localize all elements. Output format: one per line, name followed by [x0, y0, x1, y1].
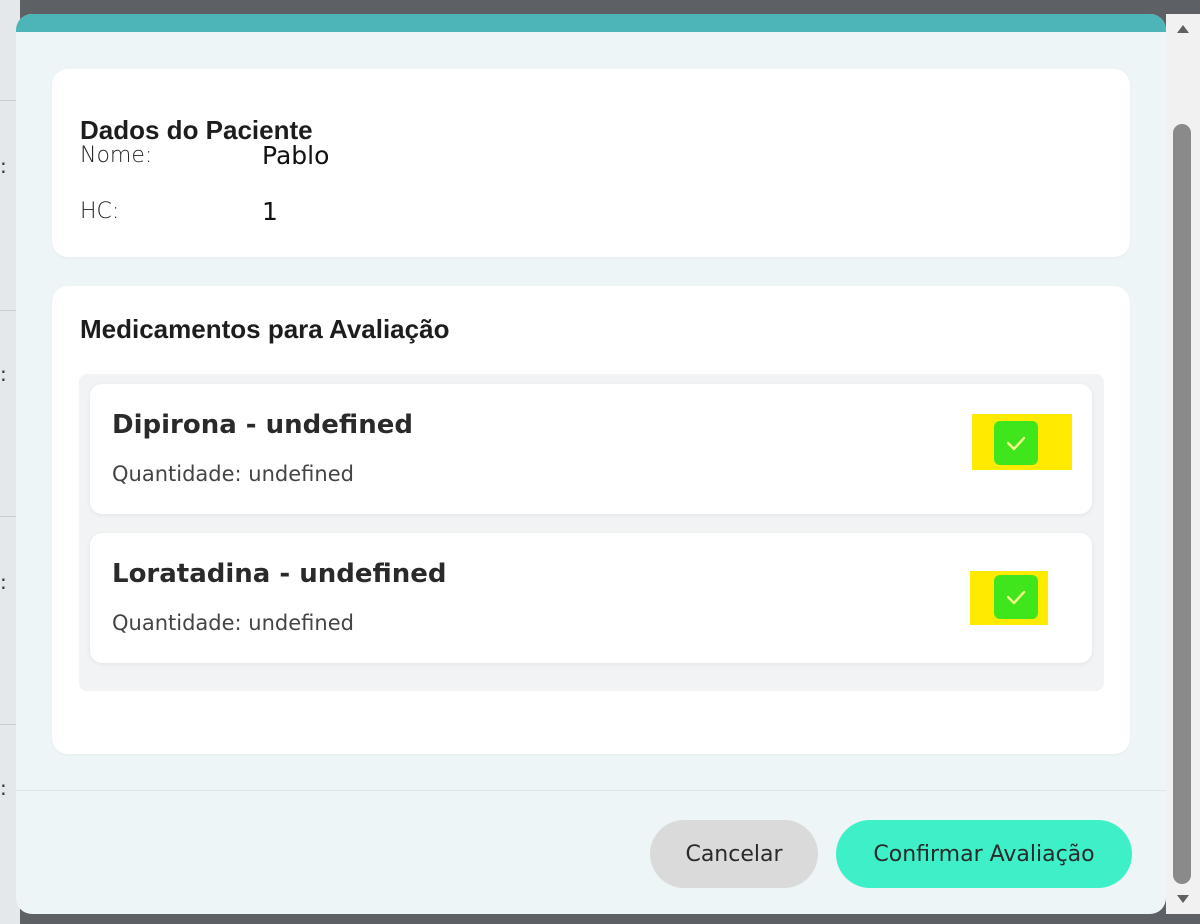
scroll-down-arrow-icon[interactable] — [1166, 884, 1200, 914]
medications-card: Medicamentos para Avaliação Dipirona - u… — [52, 286, 1130, 754]
background-label-colon: : — [0, 154, 7, 178]
medication-checkbox[interactable] — [994, 421, 1038, 465]
footer-divider — [16, 790, 1166, 791]
scroll-up-arrow-icon[interactable] — [1166, 14, 1200, 44]
list-item[interactable]: Loratadina - undefined Quantidade: undef… — [90, 533, 1092, 663]
patient-hc-value: 1 — [262, 197, 278, 226]
scrollbar-thumb[interactable] — [1173, 124, 1191, 884]
patient-hc-label: HC: — [80, 199, 120, 224]
background-label-colon: : — [0, 570, 7, 594]
list-item[interactable]: Dipirona - undefined Quantidade: undefin… — [90, 384, 1092, 514]
patient-data-card: Dados do Paciente Nome: Pablo HC: 1 — [52, 69, 1130, 257]
modal-top-accent-bar — [16, 14, 1166, 32]
modal-scrollbar[interactable] — [1166, 14, 1200, 914]
patient-name-value: Pablo — [262, 141, 330, 170]
medication-quantity: Quantidade: undefined — [112, 611, 354, 635]
evaluation-modal: Dados do Paciente Nome: Pablo HC: 1 Medi… — [16, 14, 1166, 914]
cancel-button[interactable]: Cancelar — [650, 820, 818, 888]
medications-list[interactable]: Dipirona - undefined Quantidade: undefin… — [79, 374, 1104, 691]
patient-name-label: Nome: — [80, 143, 153, 168]
check-icon — [1006, 436, 1026, 451]
medication-name: Dipirona - undefined — [112, 410, 413, 440]
medication-name: Loratadina - undefined — [112, 559, 447, 589]
background-label-colon: : — [0, 776, 7, 800]
medication-quantity: Quantidade: undefined — [112, 462, 354, 486]
medication-checkbox[interactable] — [994, 575, 1038, 619]
background-label-colon: : — [0, 362, 7, 386]
check-icon — [1006, 590, 1026, 605]
medications-card-title: Medicamentos para Avaliação — [80, 314, 450, 344]
confirm-evaluation-button[interactable]: Confirmar Avaliação — [836, 820, 1132, 888]
